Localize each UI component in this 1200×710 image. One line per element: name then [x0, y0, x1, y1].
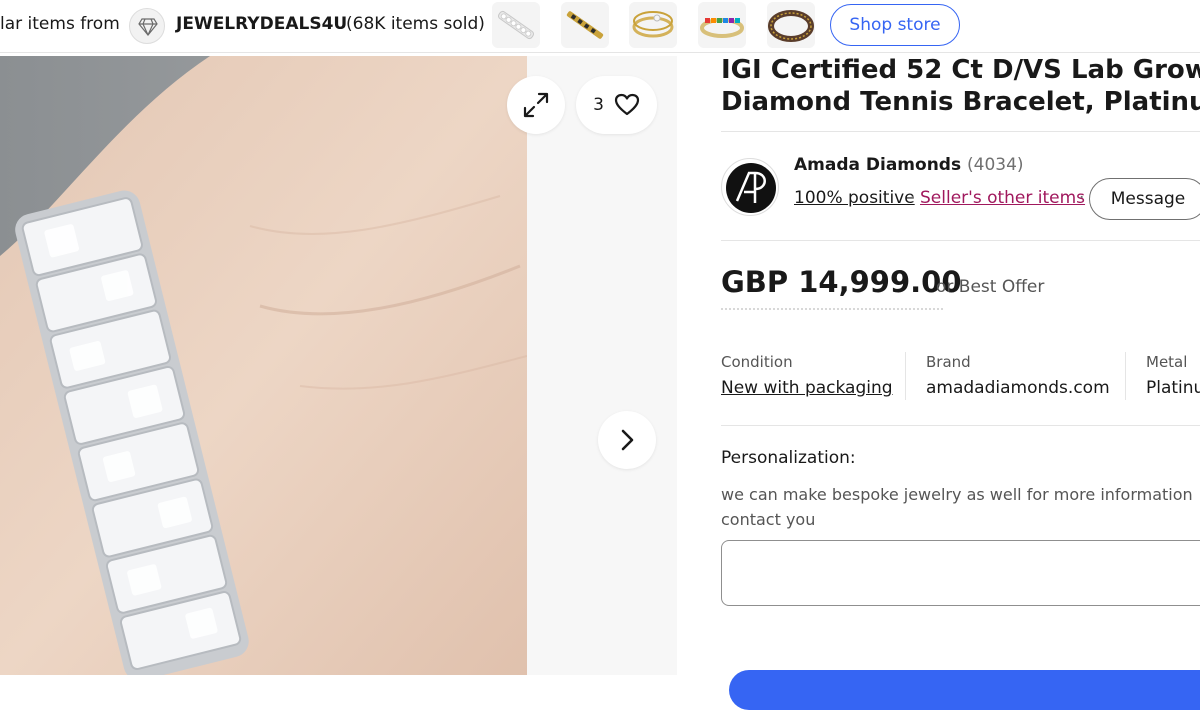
price-subtext-faded — [721, 308, 943, 316]
similar-items-bar: lar items from JEWELRYDEALS4U (68K items… — [0, 0, 1200, 53]
expand-icon — [523, 92, 549, 118]
listing-title-line2: Diamond Tennis Bracelet, Platinum — [721, 87, 1200, 117]
similar-item-thumbnail[interactable] — [492, 2, 540, 48]
chevron-right-icon — [621, 429, 634, 451]
watch-count: 3 — [593, 95, 604, 115]
listing-details: IGI Certified 52 Ct D/VS Lab Grown D Dia… — [721, 56, 1200, 675]
seller-other-items-link[interactable]: Seller's other items — [920, 188, 1085, 208]
spec-brand-value: amadadiamonds.com — [926, 378, 1110, 398]
watchlist-button[interactable]: 3 — [576, 76, 657, 134]
spec-separator — [1125, 352, 1126, 400]
listing-title-line1: IGI Certified 52 Ct D/VS Lab Grown D — [721, 56, 1200, 85]
heart-icon — [614, 93, 640, 116]
similar-item-thumbnail[interactable] — [629, 2, 677, 48]
spec-brand-label: Brand — [926, 353, 971, 371]
seller-divider — [721, 240, 1200, 241]
seller-name: Amada Diamonds — [794, 155, 962, 175]
next-image-button[interactable] — [598, 411, 656, 469]
message-seller-button[interactable]: Message — [1089, 178, 1200, 220]
seller-name-link[interactable]: Amada Diamonds (4034) — [794, 155, 1024, 175]
title-divider — [721, 131, 1200, 132]
similar-item-thumbnail[interactable] — [767, 2, 815, 48]
similar-items-label: lar items from — [0, 14, 120, 34]
image-gallery[interactable]: 3 — [0, 56, 677, 675]
personalization-input[interactable] — [721, 540, 1200, 606]
shop-store-button[interactable]: Shop store — [830, 4, 960, 46]
best-offer-label: or Best Offer — [936, 277, 1045, 297]
similar-item-thumbnail[interactable] — [698, 2, 746, 48]
store-logo-icon[interactable] — [129, 8, 165, 44]
product-photo[interactable] — [0, 56, 527, 675]
specs-divider — [721, 425, 1200, 426]
store-name-link[interactable]: JEWELRYDEALS4U — [176, 14, 347, 34]
listing-title: IGI Certified 52 Ct D/VS Lab Grown D Dia… — [721, 56, 1200, 118]
spec-separator — [905, 352, 906, 400]
spec-metal-value: Platinum — [1146, 378, 1200, 398]
spec-condition-label: Condition — [721, 353, 793, 371]
spec-metal-label: Metal — [1146, 353, 1188, 371]
seller-feedback-count: (4034) — [967, 155, 1024, 175]
expand-image-button[interactable] — [507, 76, 565, 134]
personalization-label: Personalization: — [721, 448, 856, 468]
separator-dot: · — [910, 188, 916, 208]
buy-it-now-button[interactable] — [729, 670, 1200, 710]
price: GBP 14,999.00 — [721, 265, 962, 299]
store-sold-count: (68K items sold) — [346, 14, 485, 34]
spec-condition-value[interactable]: New with packaging — [721, 378, 893, 398]
personalization-description: we can make bespoke jewelry as well for … — [721, 485, 1193, 529]
similar-item-thumbnail[interactable] — [561, 2, 609, 48]
separator-dot: · — [1079, 188, 1085, 208]
seller-avatar[interactable] — [721, 158, 779, 216]
seller-positive-feedback-link[interactable]: 100% positive — [794, 188, 915, 208]
